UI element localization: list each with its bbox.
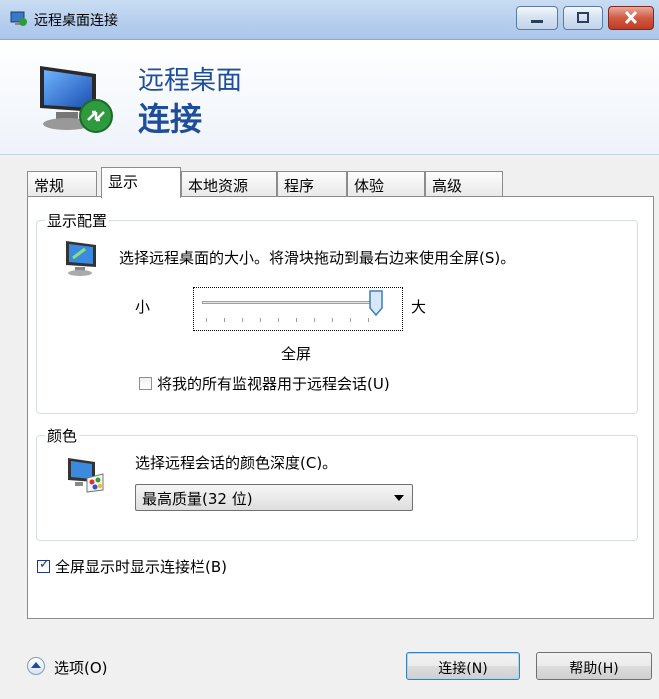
slider-tick [278,318,279,322]
options-toggle-button[interactable] [27,657,45,675]
colors-group: 颜色 选择远程会话的颜色深度(C)。 最高质量(32 位) [36,425,638,541]
maximize-button[interactable] [563,6,603,30]
chevron-up-icon [31,662,41,668]
options-label[interactable]: 选项(O) [54,657,108,678]
slider-tick [224,318,225,322]
chevron-down-icon [394,495,404,501]
tab-experience[interactable]: 体验 [347,171,425,197]
show-connection-bar-label[interactable]: 全屏显示时显示连接栏(B) [55,556,227,577]
minimize-icon [531,20,543,23]
display-config-group: 显示配置 选择远程桌面的大小。将滑块拖动到最右边来使用全屏(S)。 小 大 全屏… [36,210,638,414]
tab-local-resources[interactable]: 本地资源 [181,171,277,197]
tab-display[interactable]: 显示 [101,167,181,198]
remote-desktop-app-icon [10,11,27,26]
display-size-value: 全屏 [281,345,312,363]
maximize-icon [577,12,589,23]
slider-tick [314,318,315,322]
checkmark-icon: ✓ [39,557,50,572]
slider-tick [260,318,261,322]
colors-title: 颜色 [45,425,80,446]
display-tab-panel: 显示配置 选择远程桌面的大小。将滑块拖动到最右边来使用全屏(S)。 小 大 全屏… [27,196,654,619]
display-config-title: 显示配置 [45,210,110,231]
use-all-monitors-checkbox[interactable] [139,377,152,390]
display-monitor-icon [66,241,96,276]
tab-general[interactable]: 常规 [27,171,97,197]
banner-title-line2: 连接 [138,100,203,138]
use-all-monitors-label[interactable]: 将我的所有监视器用于远程会话(U) [157,373,390,394]
minimize-button[interactable] [516,6,558,30]
remote-desktop-window: 远程桌面连接 远程桌面 连接 常规 显示 本地资源 程序 体验 高级 显示配置 … [0,0,659,699]
close-button[interactable] [608,6,654,30]
show-connection-bar-checkbox[interactable]: ✓ [37,557,50,573]
tab-programs[interactable]: 程序 [277,171,347,197]
slider-track [202,301,374,304]
slider-tick [350,318,351,322]
slider-thumb[interactable] [369,290,383,316]
slider-tick [332,318,333,322]
title-bar[interactable]: 远程桌面连接 [0,0,659,40]
slider-large-label: 大 [411,298,427,316]
banner-title-line1: 远程桌面 [138,66,243,96]
slider-tick [206,318,207,322]
color-depth-description: 选择远程会话的颜色深度(C)。 [135,454,338,472]
color-palette-monitor-icon [68,458,104,493]
slider-tick [368,318,369,322]
display-size-slider[interactable] [193,287,403,331]
help-button[interactable]: 帮助(H) [536,652,652,680]
color-depth-select[interactable]: 最高质量(32 位) [135,484,413,511]
display-size-description: 选择远程桌面的大小。将滑块拖动到最右边来使用全屏(S)。 [119,249,516,267]
header-banner: 远程桌面 连接 [0,40,659,155]
slider-small-label: 小 [135,298,151,316]
connect-button[interactable]: 连接(N) [406,652,520,680]
window-title: 远程桌面连接 [34,13,118,29]
remote-desktop-logo-icon [40,66,113,133]
slider-tick [242,318,243,322]
slider-tick [296,318,297,322]
close-icon [624,10,638,25]
tab-advanced[interactable]: 高级 [425,171,503,197]
color-depth-selected: 最高质量(32 位) [142,490,253,508]
